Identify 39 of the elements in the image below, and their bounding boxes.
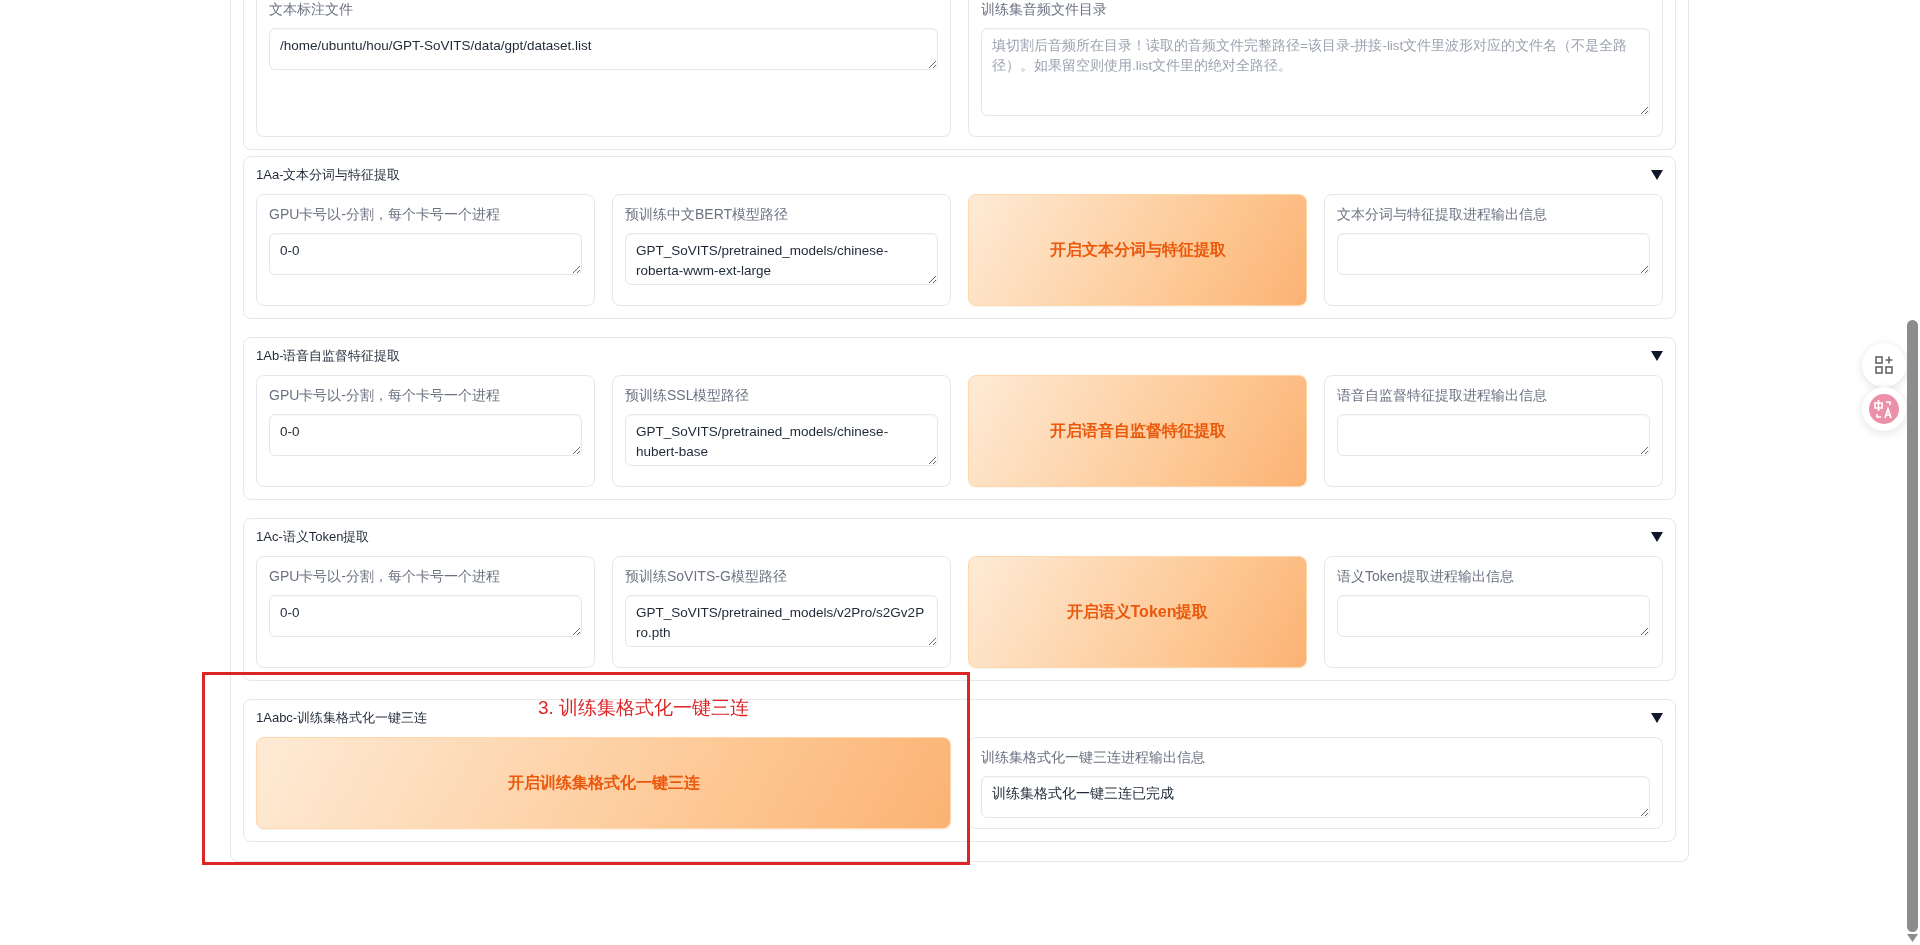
- input-field[interactable]: 0-0: [269, 595, 582, 637]
- field-label: 训练集音频文件目录: [981, 0, 1108, 18]
- input-field[interactable]: /home/ubuntu/hou/GPT-SoVITS/data/gpt/dataset.list: [269, 28, 938, 70]
- field-label: 语义Token提取进程输出信息: [1337, 567, 1516, 585]
- collapse-icon[interactable]: [1651, 713, 1663, 723]
- field-label: 文本分词与特征提取进程输出信息: [1337, 205, 1548, 223]
- annotation-label: 3. 训练集格式化一键三连: [538, 696, 750, 720]
- input-field[interactable]: 0-0: [269, 414, 582, 456]
- input-field[interactable]: 训练集格式化一键三连已完成: [981, 776, 1650, 818]
- section-title: 1Ac-语义Token提取: [256, 528, 370, 546]
- apps-icon: [1874, 355, 1894, 375]
- field-label: GPU卡号以-分割，每个卡号一个进程: [269, 205, 501, 223]
- section-title: 1Ab-语音自监督特征提取: [256, 347, 401, 365]
- translate-button[interactable]: [1862, 387, 1906, 431]
- scroll-down-icon[interactable]: [1907, 934, 1918, 942]
- field-label: 预训练SoVITS-G模型路径: [625, 567, 788, 585]
- translate-icon: [1869, 394, 1899, 424]
- input-field[interactable]: 0-0: [269, 233, 582, 275]
- input-field[interactable]: [1337, 414, 1650, 456]
- input-field[interactable]: 填切割后音频所在目录！读取的音频文件完整路径=该目录-拼接-list文件里波形对应的文件名（不是全路径）。如果留空则使用.list文件里的绝对全路径。: [981, 28, 1650, 116]
- field-label: 语音自监督特征提取进程输出信息: [1337, 386, 1548, 404]
- input-field[interactable]: GPT_SoVITS/pretrained_models/v2Pro/s2Gv2Pro.pth: [625, 595, 938, 647]
- field-label: 文本标注文件: [269, 0, 354, 18]
- field-label: 预训练SSL模型路径: [625, 386, 751, 404]
- field-label: 训练集格式化一键三连进程输出信息: [981, 748, 1206, 766]
- field-label: GPU卡号以-分割，每个卡号一个进程: [269, 567, 501, 585]
- input-field[interactable]: [1337, 233, 1650, 275]
- input-field[interactable]: [1337, 595, 1650, 637]
- input-field[interactable]: GPT_SoVITS/pretrained_models/chinese-roberta-wwm-ext-large: [625, 233, 938, 285]
- collapse-icon[interactable]: [1651, 532, 1663, 542]
- apps-button[interactable]: [1862, 343, 1906, 387]
- section-title: 1Aabc-训练集格式化一键三连: [256, 709, 428, 727]
- collapse-icon[interactable]: [1651, 351, 1663, 361]
- collapse-icon[interactable]: [1651, 170, 1663, 180]
- input-field[interactable]: GPT_SoVITS/pretrained_models/chinese-hubert-base: [625, 414, 938, 466]
- section-title: 1Aa-文本分词与特征提取: [256, 166, 401, 184]
- field-label: 预训练中文BERT模型路径: [625, 205, 790, 223]
- field-label: GPU卡号以-分割，每个卡号一个进程: [269, 386, 501, 404]
- scrollbar-thumb[interactable]: [1907, 320, 1918, 932]
